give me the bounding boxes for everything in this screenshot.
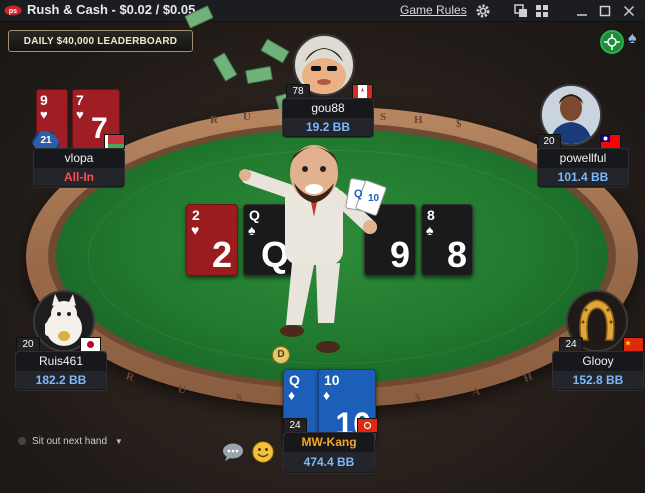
- card-rank-small: 2: [192, 207, 200, 223]
- player-name: gou88: [311, 101, 345, 115]
- card-rank: 7: [76, 92, 84, 108]
- chevron-down-icon[interactable]: ▼: [115, 437, 123, 446]
- settings-gear-icon[interactable]: [474, 2, 492, 19]
- emoji-icon[interactable]: [252, 441, 274, 463]
- svg-text:10: 10: [368, 193, 380, 204]
- heart-suit-icon: ♥: [76, 107, 84, 122]
- player-name: MW-Kang: [301, 435, 357, 449]
- player-nameplate: gou88 19.2 BB: [282, 98, 374, 138]
- maximize-icon[interactable]: [596, 2, 614, 19]
- player-stack: 152.8 BB: [553, 371, 643, 389]
- heart-suit-icon: ♥: [191, 222, 200, 238]
- player-stack: 474.4 BB: [284, 452, 374, 472]
- heart-suit-icon: ♥: [40, 107, 48, 122]
- player-nameplate: Ruis461 182.2 BB: [15, 351, 107, 391]
- svg-text:Q: Q: [354, 188, 363, 200]
- svg-text:ps: ps: [9, 8, 17, 15]
- rim-letter: $: [456, 118, 462, 130]
- community-card: 8 ♠ 8: [421, 204, 473, 276]
- player-name: Glooy: [582, 354, 614, 368]
- dealer-button: D: [272, 346, 290, 364]
- tile-tables-icon[interactable]: [533, 2, 551, 19]
- game-rules-link[interactable]: Game Rules: [400, 3, 467, 17]
- spade-suit-icon: ♠: [426, 222, 434, 238]
- leaderboard-banner[interactable]: DAILY $40,000 LEADERBOARD: [8, 30, 193, 52]
- hong-kong-flag-icon: [357, 418, 378, 433]
- rim-letter: S: [380, 111, 387, 123]
- minimize-icon[interactable]: [573, 2, 591, 19]
- japan-flag-icon: [80, 337, 101, 352]
- player-stack: 19.2 BB: [283, 118, 373, 136]
- rim-letter: U: [243, 111, 251, 123]
- player-stack: 182.2 BB: [16, 371, 106, 389]
- rim-letter: S: [236, 392, 243, 404]
- card-rank: 9: [40, 92, 48, 108]
- player-level-badge: 21: [40, 135, 52, 146]
- player-stack: 101.4 BB: [538, 168, 628, 186]
- card-rank-small: 8: [427, 207, 435, 223]
- stack-tables-icon[interactable]: [512, 2, 530, 19]
- taiwan-flag-icon: [600, 134, 621, 149]
- canada-flag-icon: [352, 84, 373, 99]
- card-rank: 8: [446, 234, 467, 275]
- rim-letter: R: [210, 114, 218, 126]
- player-nameplate: vlopa All-In: [33, 148, 125, 188]
- diamond-suit-icon: ♦: [288, 387, 296, 403]
- rim-letter: H: [414, 114, 423, 126]
- rewards-icon[interactable]: [600, 30, 624, 54]
- card-rank: Q: [289, 372, 300, 388]
- celebrating-character-animation: Q 10: [239, 145, 387, 353]
- player-nameplate: powellful 101.4 BB: [537, 148, 629, 188]
- player-nameplate: Glooy 152.8 BB: [552, 351, 644, 391]
- close-icon[interactable]: [620, 2, 638, 19]
- card-deck-icon[interactable]: ♠: [628, 30, 645, 50]
- title-bar: ps Rush & Cash - $0.02 / $0.05 Game Rule…: [0, 0, 645, 22]
- diamond-suit-icon: ♦: [323, 387, 331, 403]
- rim-letter: $: [415, 392, 421, 404]
- player-nameplate: MW-Kang 474.4 BB: [283, 432, 375, 474]
- belarus-flag-icon: [104, 134, 125, 149]
- app-logo-icon: ps: [4, 5, 22, 16]
- sit-out-next-hand-toggle[interactable]: Sit out next hand ▼: [18, 436, 123, 447]
- player-name: vlopa: [64, 151, 94, 165]
- checkbox-icon[interactable]: [18, 437, 26, 445]
- card-rank: 2: [211, 234, 232, 275]
- player-status-allin: All-In: [34, 168, 124, 186]
- player-name: Ruis461: [38, 354, 84, 368]
- window-title: Rush & Cash - $0.02 / $0.05: [27, 2, 196, 17]
- sit-out-label: Sit out next hand: [32, 436, 108, 447]
- china-flag-icon: [623, 337, 644, 352]
- card-rank-small: 10: [324, 372, 340, 388]
- player-name: powellful: [559, 151, 607, 165]
- chat-bubble-icon[interactable]: [222, 441, 244, 463]
